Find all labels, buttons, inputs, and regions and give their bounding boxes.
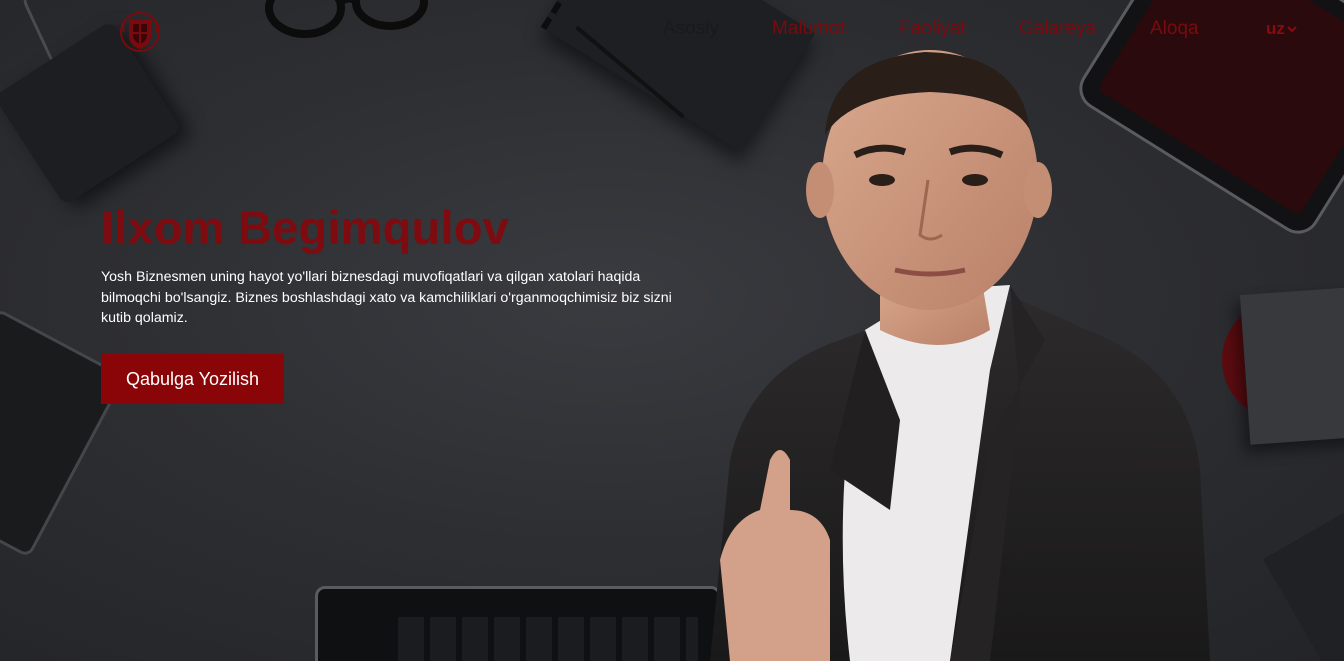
page: Asosiy Malumot Faoliyat Galareya Aloqa u…: [0, 0, 1344, 661]
phone-decoration: [0, 307, 126, 559]
glasses-decoration: [265, 0, 428, 38]
nav-item-malumot[interactable]: Malumot: [772, 17, 845, 41]
nav-item-aloqa[interactable]: Aloqa: [1150, 17, 1199, 41]
hero-description: Yosh Biznesmen uning hayot yo'llari bizn…: [101, 269, 672, 326]
device-decoration: [1263, 499, 1344, 661]
hero-title: Ilxom Begimqulov: [101, 201, 509, 254]
signup-button[interactable]: Qabulga Yozilish: [101, 354, 284, 404]
nav-item-faoliyat[interactable]: Faoliyat: [899, 17, 966, 41]
language-label: uz: [1266, 19, 1285, 38]
sleeve-decoration: [1239, 285, 1344, 445]
crest-logo[interactable]: [118, 10, 162, 54]
language-selector[interactable]: uz: [1266, 17, 1297, 41]
laptop-decoration: [315, 586, 721, 661]
chevron-down-icon: [1287, 26, 1297, 33]
portrait-image: [710, 50, 1210, 661]
nav-item-asosiy[interactable]: Asosiy: [663, 17, 719, 41]
crest-logo-icon: [120, 12, 160, 52]
nav-item-galareya[interactable]: Galareya: [1019, 17, 1096, 41]
